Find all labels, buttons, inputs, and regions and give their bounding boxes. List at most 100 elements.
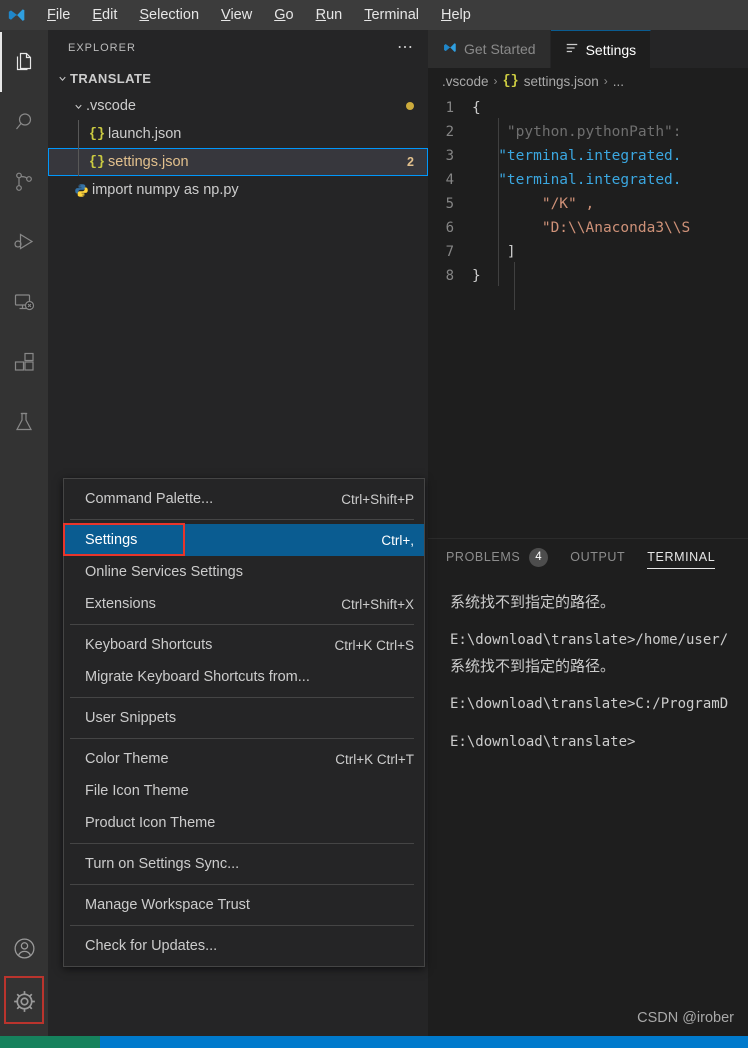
menu-item-label: Check for Updates...	[85, 938, 218, 954]
menu-item-check-for-updates[interactable]: Check for Updates...	[64, 930, 424, 962]
menu-item-extensions[interactable]: Extensions Ctrl+Shift+X	[64, 588, 424, 620]
menu-item-label: Keyboard Shortcuts	[85, 637, 213, 653]
code-line: 5 "/K" ,	[428, 192, 748, 216]
tree-item-label: launch.json	[108, 126, 182, 142]
extensions-icon	[12, 350, 36, 374]
remote-explorer-icon	[12, 290, 36, 314]
tree-item-label: .vscode	[86, 98, 136, 114]
menu-item-migrate-keyboard-shortcuts[interactable]: Migrate Keyboard Shortcuts from...	[64, 661, 424, 693]
line-text: "terminal.integrated.	[472, 172, 682, 188]
menu-item-label: Online Services Settings	[85, 564, 243, 580]
tree-item-launch-json[interactable]: {} launch.json	[48, 120, 428, 148]
panel-tab-terminal[interactable]: TERMINAL	[647, 539, 716, 575]
menu-item-label: Extensions	[85, 596, 156, 612]
menu-item-label: Product Icon Theme	[85, 815, 216, 831]
menu-item-shortcut: Ctrl+,	[381, 532, 414, 548]
editor-tabs: Get Started Settings	[428, 30, 748, 68]
line-text: }	[472, 268, 481, 284]
breadcrumb[interactable]: .vscode › {} settings.json › ...	[428, 68, 748, 94]
line-number: 7	[445, 244, 454, 260]
menu-item-command-palette[interactable]: Command Palette... Ctrl+Shift+P	[64, 483, 424, 515]
menu-item-shortcut: Ctrl+Shift+P	[341, 491, 414, 507]
chevron-down-icon	[54, 73, 70, 84]
panel-tab-output[interactable]: OUTPUT	[570, 539, 625, 575]
activitybar-item-accounts[interactable]	[0, 926, 48, 976]
status-bar[interactable]	[0, 1036, 748, 1048]
line-number: 5	[445, 196, 454, 212]
menu-file[interactable]: File	[36, 0, 81, 30]
panel-tab-label: OUTPUT	[570, 550, 626, 564]
breadcrumb-more[interactable]: ...	[613, 74, 624, 89]
tab-settings[interactable]: Settings	[550, 30, 652, 68]
chevron-down-icon	[70, 101, 86, 112]
menu-item-keyboard-shortcuts[interactable]: Keyboard Shortcuts Ctrl+K Ctrl+S	[64, 629, 424, 661]
title-bar: File Edit Selection View Go Run Terminal…	[0, 0, 748, 30]
files-icon	[12, 50, 36, 74]
tree-item-label: settings.json	[108, 154, 189, 170]
activitybar-item-source-control[interactable]	[0, 152, 48, 212]
menu-item-turn-on-settings-sync[interactable]: Turn on Settings Sync...	[64, 848, 424, 880]
ellipsis-icon[interactable]: ⋯	[391, 39, 420, 55]
menu-item-shortcut: Ctrl+Shift+X	[341, 596, 414, 612]
menu-item-file-icon-theme[interactable]: File Icon Theme	[64, 775, 424, 807]
menu-go[interactable]: Go	[263, 0, 304, 30]
menu-bar[interactable]: File Edit Selection View Go Run Terminal…	[32, 0, 482, 30]
tab-label: Settings	[585, 41, 637, 58]
problems-badge: 4	[529, 547, 549, 567]
activitybar-item-remote-explorer[interactable]	[0, 272, 48, 332]
menu-edit[interactable]: Edit	[81, 0, 128, 30]
menu-item-user-snippets[interactable]: User Snippets	[64, 702, 424, 734]
bottom-panel: PROBLEMS 4 OUTPUT TERMINAL 系统找不到指定的路径。 E…	[428, 538, 748, 1037]
explorer-root-label: TRANSLATE	[70, 71, 152, 86]
json-file-icon: {}	[88, 154, 106, 170]
menu-item-label: Turn on Settings Sync...	[85, 856, 240, 872]
activitybar-item-manage[interactable]	[0, 976, 48, 1032]
tree-item-vscode[interactable]: .vscode	[48, 92, 428, 120]
menu-item-label: Settings	[85, 532, 138, 548]
menu-item-manage-workspace-trust[interactable]: Manage Workspace Trust	[64, 889, 424, 921]
breadcrumb-file[interactable]: settings.json	[524, 74, 599, 89]
breadcrumb-folder[interactable]: .vscode	[442, 74, 489, 89]
line-text: {	[472, 100, 481, 116]
menu-terminal[interactable]: Terminal	[353, 0, 430, 30]
menu-item-label: Color Theme	[85, 751, 169, 767]
activitybar-item-testing[interactable]	[0, 392, 48, 452]
explorer-root-translate[interactable]: TRANSLATE	[48, 65, 428, 92]
menu-item-product-icon-theme[interactable]: Product Icon Theme	[64, 807, 424, 839]
code-editor[interactable]: 1 { 2 "python.pythonPath": 3 "terminal.i…	[428, 94, 748, 310]
terminal-line: 系统找不到指定的路径。	[450, 657, 616, 675]
activitybar-item-search[interactable]	[0, 92, 48, 152]
panel-tab-problems[interactable]: PROBLEMS 4	[446, 539, 549, 575]
menu-item-shortcut: Ctrl+K Ctrl+T	[335, 751, 414, 767]
vscode-logo-icon	[0, 0, 32, 30]
activitybar-item-explorer[interactable]	[0, 32, 48, 92]
code-line: 6 "D:\\Anaconda3\\S	[428, 216, 748, 240]
activitybar-item-extensions[interactable]	[0, 332, 48, 392]
menu-view[interactable]: View	[210, 0, 263, 30]
tree-item-settings-json[interactable]: {} settings.json 2	[48, 148, 428, 176]
menu-help[interactable]: Help	[430, 0, 482, 30]
activitybar-item-run-and-debug[interactable]	[0, 212, 48, 272]
tab-get-started[interactable]: Get Started	[428, 30, 551, 68]
settings-lines-icon	[565, 41, 579, 58]
code-line: 4 "terminal.integrated.	[428, 168, 748, 192]
menu-selection[interactable]: Selection	[128, 0, 210, 30]
menu-item-color-theme[interactable]: Color Theme Ctrl+K Ctrl+T	[64, 743, 424, 775]
panel-tab-label: PROBLEMS	[446, 550, 521, 564]
activity-bar	[0, 30, 48, 1036]
terminal-output[interactable]: 系统找不到指定的路径。 E:\download\translate>/home/…	[428, 575, 748, 755]
line-number: 6	[445, 220, 454, 236]
menu-item-settings[interactable]: Settings Ctrl+,	[63, 523, 424, 556]
code-line: 7 ]	[428, 240, 748, 264]
line-text: "python.pythonPath":	[472, 124, 682, 140]
line-number: 2	[445, 124, 454, 140]
menu-item-shortcut: Ctrl+K Ctrl+S	[334, 637, 414, 653]
chevron-right-icon: ›	[603, 74, 608, 88]
menu-item-online-services-settings[interactable]: Online Services Settings	[64, 556, 424, 588]
menu-run[interactable]: Run	[305, 0, 354, 30]
status-bar-remote-indicator[interactable]	[0, 1036, 100, 1048]
tree-item-import-numpy-py[interactable]: import numpy as np.py	[48, 176, 428, 204]
json-file-icon: {}	[502, 73, 519, 89]
terminal-line: 系统找不到指定的路径。	[450, 593, 616, 611]
